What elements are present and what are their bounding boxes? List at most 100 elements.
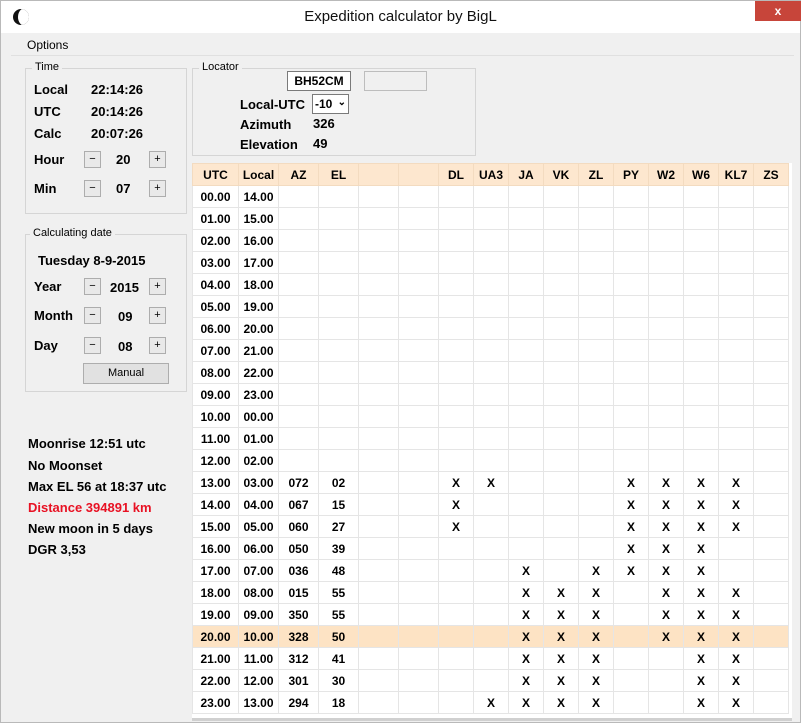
menu-options[interactable]: Options bbox=[27, 38, 68, 52]
table-cell bbox=[753, 339, 789, 362]
table-cell bbox=[753, 625, 789, 648]
table-cell bbox=[613, 295, 649, 318]
table-cell bbox=[648, 207, 684, 230]
column-header[interactable] bbox=[398, 163, 439, 186]
column-header[interactable]: UA3 bbox=[473, 163, 509, 186]
table-cell bbox=[648, 405, 684, 428]
table-row[interactable]: 02.00 16.00 bbox=[192, 229, 789, 252]
local-time-label: Local bbox=[34, 82, 68, 97]
table-cell: 50 bbox=[318, 625, 359, 648]
table-cell: 18 bbox=[318, 691, 359, 714]
table-cell bbox=[578, 251, 614, 274]
table-cell: X bbox=[683, 691, 719, 714]
date-legend: Calculating date bbox=[30, 227, 115, 239]
table-row[interactable]: 05.00 19.00 bbox=[192, 295, 789, 318]
table-cell bbox=[473, 383, 509, 406]
table-row[interactable]: 17.00 07.00 036 48 X X X X X bbox=[192, 559, 789, 582]
day-decrement-button[interactable]: − bbox=[84, 337, 101, 354]
month-increment-button[interactable]: + bbox=[149, 307, 166, 324]
column-header[interactable]: DL bbox=[438, 163, 474, 186]
table-cell: 08.00 bbox=[192, 361, 239, 384]
table-cell bbox=[358, 339, 399, 362]
column-header[interactable]: AZ bbox=[278, 163, 319, 186]
table-cell bbox=[398, 603, 439, 626]
time-legend: Time bbox=[32, 61, 63, 73]
table-row[interactable]: 06.00 20.00 bbox=[192, 317, 789, 340]
table-cell: 48 bbox=[318, 559, 359, 582]
table-row[interactable]: 13.00 03.00 072 02 X X X X X X bbox=[192, 471, 789, 494]
table-row[interactable]: 20.00 10.00 328 50 X X X X X X bbox=[192, 625, 789, 648]
table-row[interactable]: 12.00 02.00 bbox=[192, 449, 789, 472]
table-cell bbox=[613, 229, 649, 252]
table-cell bbox=[648, 691, 684, 714]
locator-input[interactable]: BH52CM bbox=[287, 71, 351, 91]
column-header[interactable]: JA bbox=[508, 163, 544, 186]
column-header[interactable]: Local bbox=[238, 163, 279, 186]
table-cell bbox=[358, 405, 399, 428]
table-cell: X bbox=[683, 625, 719, 648]
local-utc-select[interactable]: -10 ⌄ bbox=[312, 94, 349, 114]
secondary-input[interactable] bbox=[364, 71, 427, 91]
table-row[interactable]: 07.00 21.00 bbox=[192, 339, 789, 362]
menu-bar: Options bbox=[11, 34, 794, 56]
table-row[interactable]: 11.00 01.00 bbox=[192, 427, 789, 450]
table-row[interactable]: 00.00 14.00 bbox=[192, 185, 789, 208]
table-row[interactable]: 03.00 17.00 bbox=[192, 251, 789, 274]
table-row[interactable]: 18.00 08.00 015 55 X X X X X X bbox=[192, 581, 789, 604]
column-header[interactable]: ZL bbox=[578, 163, 614, 186]
table-cell: 09.00 bbox=[192, 383, 239, 406]
table-cell bbox=[358, 449, 399, 472]
schedule-grid[interactable]: UTC Local AZ EL DL UA3 JA VK ZL PY W2 W6 KL7 ZS 00.00… bbox=[192, 163, 792, 718]
table-cell bbox=[753, 515, 789, 538]
table-cell: 15.00 bbox=[238, 207, 279, 230]
table-row[interactable]: 16.00 06.00 050 39 X X X bbox=[192, 537, 789, 560]
table-cell bbox=[753, 383, 789, 406]
table-row[interactable]: 15.00 05.00 060 27 X X X X X bbox=[192, 515, 789, 538]
hour-increment-button[interactable]: + bbox=[149, 151, 166, 168]
table-row[interactable]: 23.00 13.00 294 18 X X X X X X bbox=[192, 691, 789, 714]
table-cell: 03.00 bbox=[238, 471, 279, 494]
hour-decrement-button[interactable]: − bbox=[84, 151, 101, 168]
table-row[interactable]: 21.00 11.00 312 41 X X X X X bbox=[192, 647, 789, 670]
table-cell: X bbox=[438, 493, 474, 516]
table-row[interactable]: 14.00 04.00 067 15 X X X X X bbox=[192, 493, 789, 516]
horizontal-scrollbar[interactable] bbox=[192, 718, 792, 721]
column-header[interactable]: ZS bbox=[753, 163, 789, 186]
table-cell: X bbox=[613, 537, 649, 560]
table-row[interactable]: 08.00 22.00 bbox=[192, 361, 789, 384]
year-increment-button[interactable]: + bbox=[149, 278, 166, 295]
table-cell bbox=[648, 185, 684, 208]
table-cell: X bbox=[683, 647, 719, 670]
column-header[interactable]: PY bbox=[613, 163, 649, 186]
day-increment-button[interactable]: + bbox=[149, 337, 166, 354]
min-decrement-button[interactable]: − bbox=[84, 180, 101, 197]
table-cell bbox=[718, 229, 754, 252]
table-cell bbox=[718, 405, 754, 428]
table-cell bbox=[648, 669, 684, 692]
column-header[interactable]: UTC bbox=[192, 163, 239, 186]
column-header[interactable]: VK bbox=[543, 163, 579, 186]
table-cell bbox=[648, 427, 684, 450]
column-header[interactable]: KL7 bbox=[718, 163, 754, 186]
table-row[interactable]: 09.00 23.00 bbox=[192, 383, 789, 406]
min-increment-button[interactable]: + bbox=[149, 180, 166, 197]
manual-button[interactable]: Manual bbox=[83, 363, 169, 384]
table-row[interactable]: 22.00 12.00 301 30 X X X X X bbox=[192, 669, 789, 692]
table-row[interactable]: 01.00 15.00 bbox=[192, 207, 789, 230]
table-cell: 09.00 bbox=[238, 603, 279, 626]
month-decrement-button[interactable]: − bbox=[84, 307, 101, 324]
table-cell: 10.00 bbox=[192, 405, 239, 428]
column-header[interactable] bbox=[358, 163, 399, 186]
column-header[interactable]: W2 bbox=[648, 163, 684, 186]
table-row[interactable]: 10.00 00.00 bbox=[192, 405, 789, 428]
table-cell bbox=[318, 185, 359, 208]
table-cell bbox=[278, 339, 319, 362]
table-cell bbox=[613, 691, 649, 714]
year-decrement-button[interactable]: − bbox=[84, 278, 101, 295]
table-row[interactable]: 19.00 09.00 350 55 X X X X X X bbox=[192, 603, 789, 626]
close-button[interactable]: x bbox=[755, 1, 801, 21]
table-row[interactable]: 04.00 18.00 bbox=[192, 273, 789, 296]
column-header[interactable]: EL bbox=[318, 163, 359, 186]
column-header[interactable]: W6 bbox=[683, 163, 719, 186]
table-cell bbox=[398, 229, 439, 252]
